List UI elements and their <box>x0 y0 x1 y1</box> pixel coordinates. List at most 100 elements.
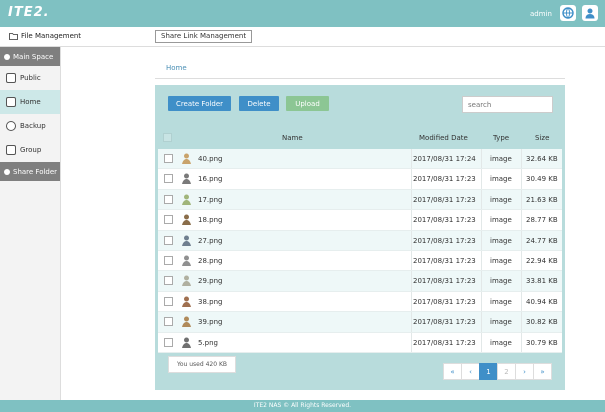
table-row[interactable]: 38.png 2017/08/31 17:23 image 40.94 KB <box>158 291 562 313</box>
column-divider <box>411 312 412 332</box>
next-page-button[interactable]: › <box>515 363 534 380</box>
file-name[interactable]: 5.png <box>198 339 218 347</box>
file-type: image <box>490 297 512 306</box>
image-thumbnail-icon <box>182 214 191 226</box>
file-type: image <box>490 216 512 225</box>
column-divider <box>521 271 522 291</box>
row-checkbox[interactable] <box>164 255 173 265</box>
file-type: image <box>490 175 512 184</box>
table-row[interactable]: 17.png 2017/08/31 17:23 image 21.63 KB <box>158 189 562 211</box>
table-row[interactable]: 18.png 2017/08/31 17:23 image 28.77 KB <box>158 210 562 231</box>
column-divider <box>411 250 412 271</box>
menu-row: File Management Share Link Management <box>0 27 605 47</box>
column-divider <box>411 230 412 250</box>
file-name[interactable]: 40.png <box>198 155 222 163</box>
public-icon <box>6 73 16 83</box>
file-name[interactable]: 38.png <box>198 298 222 306</box>
row-checkbox[interactable] <box>164 276 173 286</box>
table-row[interactable]: 28.png 2017/08/31 17:23 image 22.94 KB <box>158 250 562 272</box>
table-row[interactable]: 27.png 2017/08/31 17:23 image 24.77 KB <box>158 230 562 251</box>
prev-page-button[interactable]: ‹ <box>461 363 480 380</box>
table-row[interactable]: 39.png 2017/08/31 17:23 image 30.82 KB <box>158 312 562 333</box>
sidebar-item-label: Public <box>20 74 41 82</box>
file-name[interactable]: 18.png <box>198 216 222 224</box>
image-thumbnail-icon <box>182 153 191 164</box>
share-folder-label: Share Folder <box>13 167 58 176</box>
main-space-label: Main Space <box>13 52 54 61</box>
column-divider <box>521 149 522 169</box>
user-icon[interactable] <box>582 5 598 21</box>
column-divider <box>481 149 482 169</box>
image-thumbnail-icon <box>182 173 191 185</box>
file-management-tab[interactable]: File Management <box>9 32 81 40</box>
file-table: 40.png 2017/08/31 17:24 image 32.64 KB 16.pn… <box>158 149 562 353</box>
sidebar-item-public[interactable]: Public <box>0 66 60 90</box>
row-checkbox[interactable] <box>164 174 173 184</box>
search-input[interactable] <box>462 96 553 113</box>
sidebar-item-label: Home <box>20 98 41 106</box>
select-all-checkbox[interactable] <box>163 133 172 142</box>
column-divider <box>481 189 482 210</box>
column-divider <box>521 210 522 230</box>
row-checkbox[interactable] <box>164 235 173 245</box>
row-checkbox[interactable] <box>164 337 173 347</box>
file-type: image <box>490 318 512 327</box>
backup-icon <box>6 121 16 131</box>
row-checkbox[interactable] <box>164 194 173 204</box>
row-checkbox[interactable] <box>164 215 173 225</box>
file-type: image <box>490 256 512 265</box>
home-icon <box>6 97 16 107</box>
table-header: Name Modified Date Type Size <box>158 129 562 148</box>
share-link-management-button[interactable]: Share Link Management <box>155 30 253 43</box>
footer: ITE2 NAS © All Rights Reserved. <box>0 400 605 412</box>
column-header-name[interactable]: Name <box>282 134 303 142</box>
sidebar-item-backup[interactable]: Backup <box>0 114 60 138</box>
file-size: 22.94 KB <box>526 256 558 265</box>
last-page-button[interactable]: » <box>533 363 552 380</box>
file-name[interactable]: 29.png <box>198 277 222 285</box>
delete-button[interactable]: Delete <box>239 96 279 111</box>
file-size: 28.77 KB <box>526 216 558 225</box>
file-size: 30.79 KB <box>526 338 558 347</box>
file-name[interactable]: 27.png <box>198 237 222 245</box>
share-folder-header[interactable]: Share Folder <box>0 162 60 181</box>
sidebar-item-group[interactable]: Group <box>0 138 60 162</box>
username[interactable]: admin <box>530 10 552 18</box>
file-size: 24.77 KB <box>526 236 558 245</box>
file-type: image <box>490 155 512 163</box>
column-header-modified-date[interactable]: Modified Date <box>419 134 468 142</box>
file-size: 32.64 KB <box>526 155 558 163</box>
image-thumbnail-icon <box>182 316 191 328</box>
globe-icon[interactable] <box>560 5 576 21</box>
column-divider <box>411 169 412 189</box>
modified-date: 2017/08/31 17:23 <box>413 318 476 327</box>
file-name[interactable]: 39.png <box>198 318 222 326</box>
row-checkbox[interactable] <box>164 296 173 306</box>
divider <box>155 78 565 79</box>
page-1-button[interactable]: 1 <box>479 363 498 380</box>
image-thumbnail-icon <box>182 275 191 287</box>
column-header-type[interactable]: Type <box>493 134 509 142</box>
logo: ITE2. <box>8 5 50 20</box>
table-row[interactable]: 5.png 2017/08/31 17:23 image 30.79 KB <box>158 332 562 353</box>
column-header-size[interactable]: Size <box>535 134 549 142</box>
upload-button[interactable]: Upload <box>286 96 329 111</box>
breadcrumb[interactable]: Home <box>166 64 187 72</box>
row-checkbox[interactable] <box>164 317 173 327</box>
sidebar-item-home[interactable]: Home <box>0 90 60 114</box>
column-divider <box>481 332 482 352</box>
table-row[interactable]: 16.png 2017/08/31 17:23 image 30.49 KB <box>158 169 562 190</box>
modified-date: 2017/08/31 17:23 <box>413 277 476 286</box>
file-name[interactable]: 17.png <box>198 196 222 204</box>
file-name[interactable]: 16.png <box>198 175 222 183</box>
page-2-button[interactable]: 2 <box>497 363 516 380</box>
main-space-header[interactable]: Main Space <box>0 47 60 66</box>
row-checkbox[interactable] <box>164 154 173 163</box>
table-row[interactable]: 40.png 2017/08/31 17:24 image 32.64 KB <box>158 149 562 170</box>
file-name[interactable]: 28.png <box>198 257 222 265</box>
table-row[interactable]: 29.png 2017/08/31 17:23 image 33.81 KB <box>158 271 562 292</box>
column-divider <box>411 210 412 230</box>
file-size: 30.49 KB <box>526 175 558 184</box>
first-page-button[interactable]: « <box>443 363 462 380</box>
create-folder-button[interactable]: Create Folder <box>168 96 231 111</box>
